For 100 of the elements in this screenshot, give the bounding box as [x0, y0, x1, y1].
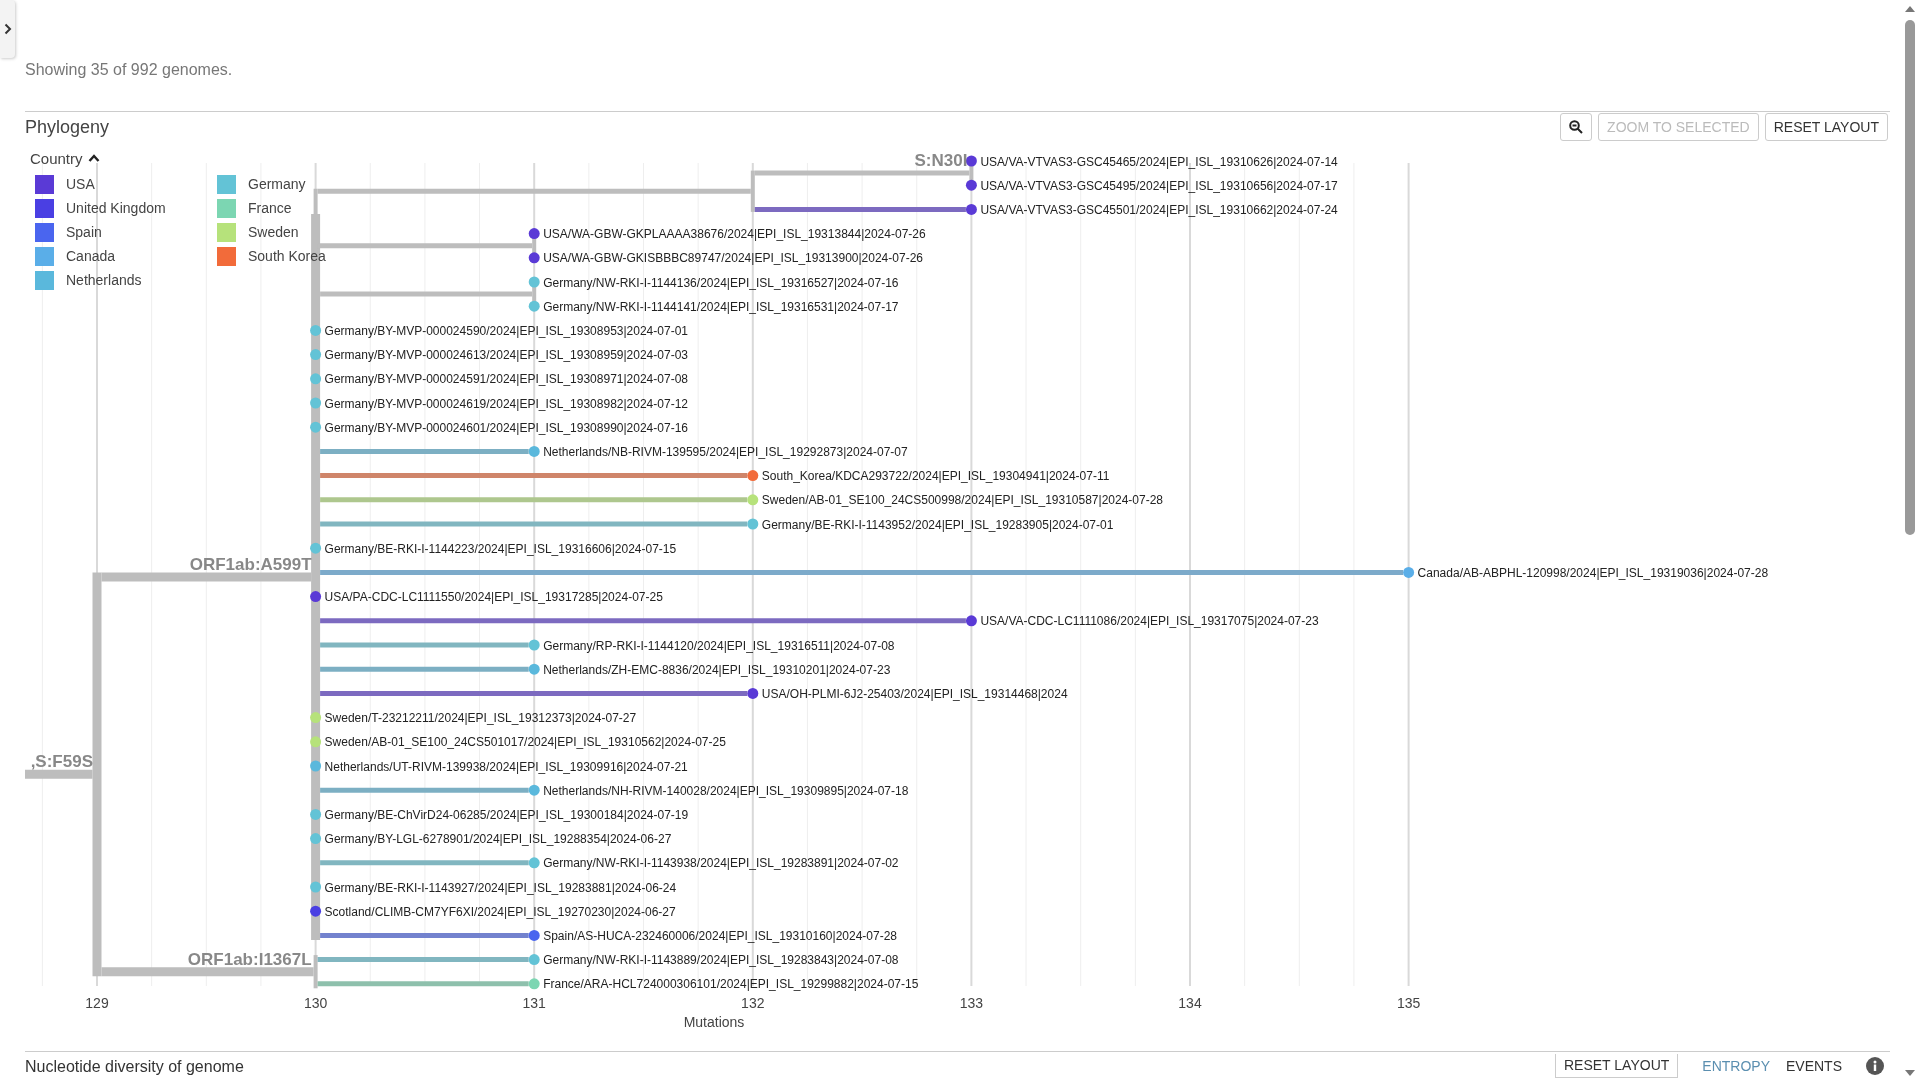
tip-label: USA/VA-VTVAS3-GSC45465/2024|EPI_ISL_19310626|2024-07-14	[980, 154, 1338, 169]
branch[interactable]	[320, 618, 966, 624]
branch[interactable]	[320, 860, 529, 866]
tip-dot[interactable]	[310, 736, 322, 748]
scroll-down-icon[interactable]	[1905, 1070, 1915, 1076]
legend-label: Germany	[248, 176, 306, 192]
tip-label: Netherlands/UT-RIVM-139938/2024|EPI_ISL_19309916|2024-07-21	[324, 759, 688, 774]
tip-dot[interactable]	[528, 663, 540, 675]
tip-dot[interactable]	[528, 784, 540, 796]
tip-dot[interactable]	[528, 445, 540, 457]
zoom-out-button[interactable]	[1560, 113, 1593, 141]
toolbar-button[interactable]: RESET LAYOUT	[1555, 1053, 1679, 1078]
tip-dot[interactable]	[1403, 566, 1415, 578]
tip-label: Germany/NW-RKI-I-1143938/2024|EPI_ISL_19283891|2024-07-02	[543, 856, 899, 871]
tip-dot[interactable]	[965, 203, 977, 215]
info-icon[interactable]	[1866, 1056, 1884, 1075]
branch-connector	[313, 955, 318, 989]
tip-dot[interactable]	[528, 978, 540, 990]
legend-label: Spain	[66, 224, 102, 240]
legend-label: Netherlands	[66, 272, 142, 288]
branch[interactable]	[317, 957, 529, 963]
axis-tick-label: 129	[85, 995, 109, 1011]
tip-label: USA/VA-VTVAS3-GSC45501/2024|EPI_ISL_19310662|2024-07-24	[980, 202, 1338, 217]
branch[interactable]	[320, 473, 748, 479]
tip-dot[interactable]	[528, 954, 540, 966]
tip-dot[interactable]	[965, 179, 977, 191]
tip-label: Germany/NW-RKI-I-1144141/2024|EPI_ISL_19316531|2024-07-17	[543, 299, 899, 314]
branch-label: ,S:F59S	[30, 752, 93, 772]
tip-dot[interactable]	[310, 324, 322, 336]
toolbar-button[interactable]: RESET LAYOUT	[1764, 113, 1888, 141]
tip-dot[interactable]	[310, 542, 322, 554]
axis-tick-label: 133	[959, 995, 984, 1011]
legend-label: USA	[66, 176, 95, 192]
branch-label: ORF1ab:I1367L	[187, 949, 312, 969]
tip-label: France/ARA-HCL724000306101/2024|EPI_ISL_19299882|2024-07-15	[543, 977, 919, 992]
tip-label: Germany/BY-LGL-6278901/2024|EPI_ISL_19288354|2024-06-27	[324, 832, 672, 847]
branch[interactable]	[320, 666, 529, 672]
tip-dot[interactable]	[965, 155, 977, 167]
tip-dot[interactable]	[310, 905, 322, 917]
tip-label: Sweden/T-23212211/2024|EPI_ISL_19312373|2024-07-27	[324, 711, 637, 726]
tip-label: Germany/NW-RKI-I-1143889/2024|EPI_ISL_19283843|2024-07-08	[543, 953, 899, 968]
tip-dot[interactable]	[965, 615, 977, 627]
tip-label: Sweden/AB-01_SE100_24CS501017/2024|EPI_ISL_19310562|2024-07-25	[324, 735, 726, 750]
branch[interactable]	[320, 787, 529, 793]
scrollbar[interactable]	[1904, 6, 1916, 1076]
tip-dot[interactable]	[528, 639, 540, 651]
tab[interactable]: EVENTS	[1780, 1057, 1848, 1074]
scroll-up-icon[interactable]	[1905, 6, 1915, 12]
tip-label: Germany/RP-RKI-I-1144120/2024|EPI_ISL_19316511|2024-07-08	[543, 638, 895, 653]
tip-dot[interactable]	[310, 881, 322, 893]
tip-dot[interactable]	[528, 228, 540, 240]
tip-label: South_Korea/KDCA293722/2024|EPI_ISL_19304941|2024-07-11	[761, 469, 1110, 484]
tip-label: Germany/BY-MVP-000024613/2024|EPI_ISL_19308959|2024-07-03	[324, 348, 688, 363]
axis-tick-label: 135	[1396, 995, 1421, 1011]
tip-dot[interactable]	[310, 397, 322, 409]
tip-dot[interactable]	[310, 349, 322, 361]
branch[interactable]	[754, 206, 966, 212]
tip-label: USA/VA-VTVAS3-GSC45495/2024|EPI_ISL_19310656|2024-07-17	[980, 178, 1338, 193]
branch[interactable]	[320, 690, 748, 696]
tip-dot[interactable]	[310, 833, 322, 845]
tip-dot[interactable]	[528, 300, 540, 312]
chevron-right-icon	[3, 23, 12, 35]
tip-dot[interactable]	[747, 470, 759, 482]
tip-dot[interactable]	[528, 857, 540, 869]
legend-toggle[interactable]: Country	[30, 148, 100, 168]
tip-dot[interactable]	[310, 591, 322, 603]
legend-label: South Korea	[248, 248, 326, 264]
axis-tick-label: 131	[522, 995, 546, 1011]
tip-label: Germany/BE-ChVirD24-06285/2024|EPI_ISL_19300184|2024-07-19	[324, 807, 689, 822]
branch[interactable]	[320, 448, 529, 454]
tip-dot[interactable]	[310, 808, 322, 820]
tip-label: Canada/AB-ABPHL-120998/2024|EPI_ISL_19319036|2024-07-28	[1417, 565, 1769, 580]
panel-title: Nucleotide diversity of genome	[25, 1056, 244, 1076]
tip-label: Germany/BE-RKI-I-1143952/2024|EPI_ISL_19283905|2024-07-01	[761, 517, 1114, 532]
tip-label: Netherlands/NH-RIVM-140028/2024|EPI_ISL_19309895|2024-07-18	[543, 783, 909, 798]
tip-dot[interactable]	[528, 276, 540, 288]
tip-dot[interactable]	[528, 252, 540, 264]
tip-label: Germany/BE-RKI-I-1143927/2024|EPI_ISL_19283881|2024-06-24	[324, 880, 677, 895]
tip-label: Netherlands/ZH-EMC-8836/2024|EPI_ISL_19310201|2024-07-23	[543, 662, 891, 677]
tip-dot[interactable]	[747, 494, 759, 506]
tip-dot[interactable]	[747, 518, 759, 530]
axis-title: Mutations	[683, 1014, 745, 1030]
branch[interactable]	[320, 932, 529, 938]
branch-label: S:N30I	[914, 151, 968, 171]
axis-tick-label: 132	[741, 995, 765, 1011]
tip-dot[interactable]	[528, 929, 540, 941]
branch[interactable]	[320, 569, 1404, 575]
tip-dot[interactable]	[310, 421, 322, 433]
tab[interactable]: ENTROPY	[1696, 1057, 1776, 1074]
legend-label: France	[248, 200, 292, 216]
tip-label: Sweden/AB-01_SE100_24CS500998/2024|EPI_ISL_19310587|2024-07-28	[761, 493, 1164, 508]
tip-dot[interactable]	[310, 373, 322, 385]
tip-dot[interactable]	[310, 760, 322, 772]
tip-dot[interactable]	[310, 712, 322, 724]
zoom-out-icon	[1569, 120, 1584, 134]
tip-label: USA/OH-PLMI-6J2-25403/2024|EPI_ISL_19314468|2024	[761, 686, 1068, 701]
tip-dot[interactable]	[747, 687, 759, 699]
tip-label: Germany/BE-RKI-I-1144223/2024|EPI_ISL_19316606|2024-07-15	[324, 541, 677, 556]
sidebar-toggle[interactable]	[0, 0, 15, 58]
tip-label: Germany/NW-RKI-I-1144136/2024|EPI_ISL_19316527|2024-07-16	[543, 275, 899, 290]
